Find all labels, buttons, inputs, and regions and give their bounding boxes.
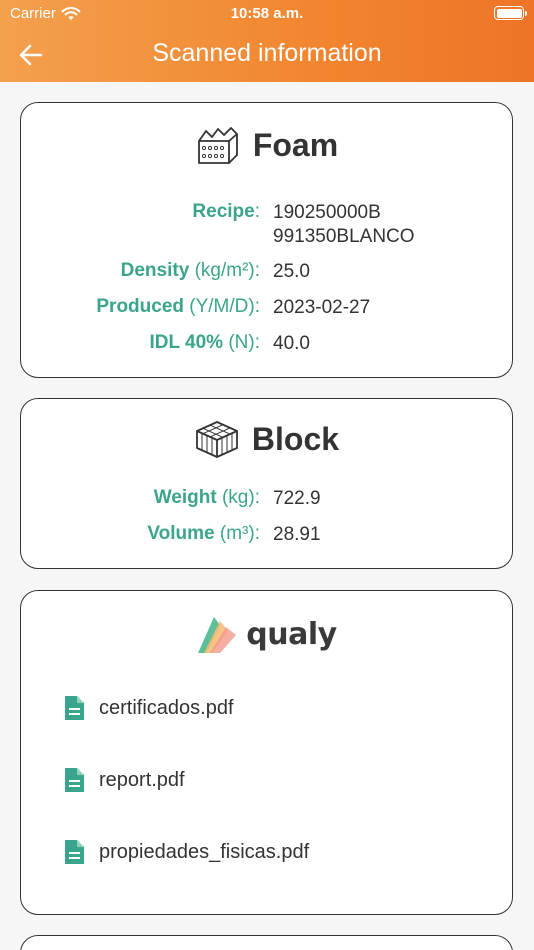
nav-bar: Scanned information	[0, 28, 534, 82]
block-title: Block	[251, 420, 340, 457]
battery-icon	[494, 6, 527, 20]
idl-label: IDL 40% (N):	[149, 332, 260, 353]
weight-value: 722.9	[273, 488, 321, 509]
status-bar: Carrier 10:58 a.m.	[0, 0, 534, 28]
recipe-value: 190250000B 991350BLANCO	[273, 202, 415, 247]
density-label: Density (kg/m²):	[120, 260, 260, 281]
produced-label: Produced (Y/M/D):	[96, 296, 260, 317]
page: Carrier 10:58 a.m. Scanned information F…	[0, 0, 534, 950]
file-item[interactable]: report.pdf	[63, 767, 185, 793]
volume-value: 28.91	[273, 524, 321, 545]
qualy-logo: qualy	[21, 613, 512, 655]
page-title: Scanned information	[152, 39, 382, 67]
produced-value: 2023-02-27	[273, 297, 371, 318]
block-icon	[196, 421, 238, 458]
recipe-label: Recipe:	[192, 201, 260, 222]
document-icon	[65, 840, 84, 864]
block-card-header: Block	[21, 419, 512, 459]
idl-value: 40.0	[273, 333, 310, 354]
foam-title: Foam	[252, 126, 339, 163]
block-card: Block Weight (kg): 722.9 Volume (m³): 28…	[20, 398, 513, 569]
weight-label: Weight (kg):	[153, 487, 260, 508]
qualy-logo-text: qualy	[246, 616, 337, 652]
foam-icon	[197, 127, 238, 164]
foam-card-header: Foam	[21, 125, 512, 165]
file-name: report.pdf	[99, 768, 185, 791]
file-name: certificados.pdf	[99, 696, 234, 719]
foam-card: Foam Recipe: 190250000B 991350BLANCO Den…	[20, 102, 513, 378]
volume-label: Volume (m³):	[147, 523, 260, 544]
file-item[interactable]: certificados.pdf	[63, 695, 234, 721]
document-icon	[65, 696, 84, 720]
density-value: 25.0	[273, 261, 310, 282]
document-icon	[65, 768, 84, 792]
file-item[interactable]: propiedades_fisicas.pdf	[63, 839, 309, 865]
file-name: propiedades_fisicas.pdf	[99, 840, 310, 863]
qualy-logo-icon	[198, 617, 237, 653]
app-header: Carrier 10:58 a.m. Scanned information	[0, 0, 534, 82]
qualy-card: qualy certificados.pdf report.pdf propie…	[20, 590, 513, 915]
status-time: 10:58 a.m.	[230, 5, 304, 22]
next-card	[20, 935, 513, 950]
